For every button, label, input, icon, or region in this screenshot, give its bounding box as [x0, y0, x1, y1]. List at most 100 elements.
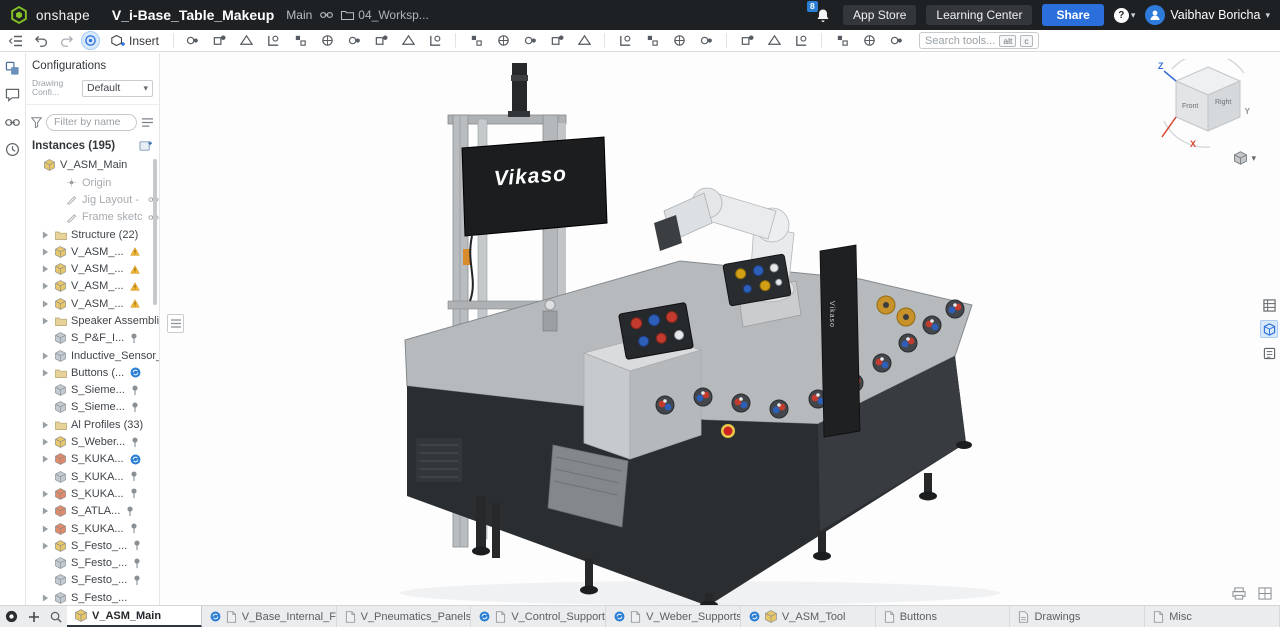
appearance-panel-icon[interactable]: [1260, 320, 1278, 338]
tree-item[interactable]: Buttons (...: [26, 364, 159, 381]
learning-center-button[interactable]: Learning Center: [926, 5, 1032, 25]
tree-item[interactable]: Al Profiles (33): [26, 416, 159, 433]
fasten-mate-icon[interactable]: [182, 31, 202, 50]
tab-v-control-supports[interactable]: V_Control_Supports: [471, 606, 606, 627]
insert-instance-icon[interactable]: [139, 140, 153, 152]
standard-content-icon[interactable]: [696, 31, 716, 50]
tree-item[interactable]: Origin: [26, 174, 159, 191]
group-parts-icon[interactable]: [425, 31, 445, 50]
expand-chevron-icon[interactable]: [42, 542, 50, 550]
configuration-dropdown[interactable]: Default ▾: [82, 80, 153, 97]
measure-tool-icon[interactable]: [859, 31, 879, 50]
configuration-panel-icon[interactable]: [1260, 344, 1278, 362]
filter-input[interactable]: [46, 114, 137, 131]
tab-v-asm-main[interactable]: V_ASM_Main: [67, 606, 202, 627]
assembly-3d-model[interactable]: [160, 53, 1280, 605]
tab-v-weber-supports[interactable]: V_Weber_Supports: [606, 606, 741, 627]
list-options-icon[interactable]: [141, 117, 154, 128]
pin-slot-mate-icon[interactable]: [317, 31, 337, 50]
insert-button[interactable]: Insert: [105, 33, 165, 49]
parallel-mate-icon[interactable]: [371, 31, 391, 50]
tree-item[interactable]: V_ASM_...: [26, 260, 159, 277]
display-mode-dropdown[interactable]: ▾: [1233, 151, 1256, 165]
help-icon[interactable]: ?: [1114, 8, 1129, 23]
view-cube[interactable]: Front Right Z Y X: [1158, 59, 1258, 154]
tree-item[interactable]: S_Festo_...: [26, 572, 159, 589]
explode-view-icon[interactable]: [737, 31, 757, 50]
expand-chevron-icon[interactable]: [42, 507, 50, 515]
tree-item[interactable]: S_KUKA...: [26, 451, 159, 468]
share-button[interactable]: Share: [1042, 4, 1103, 26]
expand-chevron-icon[interactable]: [42, 317, 50, 325]
linear-pattern-icon[interactable]: [615, 31, 635, 50]
tree-item[interactable]: S_KUKA...: [26, 485, 159, 502]
user-menu[interactable]: Vaibhav Boricha ▾: [1145, 5, 1270, 25]
add-tab-button[interactable]: [23, 606, 45, 627]
tab-v-pneumatics-panels[interactable]: V_Pneumatics_Panels: [337, 606, 472, 627]
tree-item[interactable]: S_Festo_...: [26, 555, 159, 572]
tree-item[interactable]: S_KUKA...: [26, 468, 159, 485]
expand-chevron-icon[interactable]: [42, 265, 50, 273]
tangent-mate-icon[interactable]: [398, 31, 418, 50]
search-tools-box[interactable]: Search tools... alt c: [919, 32, 1039, 49]
expand-chevron-icon[interactable]: [42, 421, 50, 429]
avatar[interactable]: [1145, 5, 1165, 25]
grid-settings-icon[interactable]: [1258, 587, 1272, 600]
search-tabs-icon[interactable]: [45, 606, 67, 627]
help-menu-icon[interactable]: [0, 606, 23, 627]
tree-item[interactable]: V_ASM_Main: [26, 157, 159, 174]
viewcube-right-face[interactable]: Right: [1215, 99, 1231, 106]
tree-scrollbar[interactable]: [153, 159, 157, 305]
tab-drawings[interactable]: Drawings: [1010, 606, 1145, 627]
tree-item[interactable]: V_ASM_...: [26, 243, 159, 260]
document-title[interactable]: V_i-Base_Table_Makeup: [112, 7, 274, 23]
tree-item[interactable]: S_Sieme...: [26, 399, 159, 416]
tree-item[interactable]: V_ASM_...: [26, 278, 159, 295]
expand-chevron-icon[interactable]: [42, 231, 50, 239]
bom-table-icon[interactable]: [832, 31, 852, 50]
frame-tool-icon[interactable]: [886, 31, 906, 50]
mate-relation-icon[interactable]: [493, 31, 513, 50]
mate-connector-icon[interactable]: [466, 31, 486, 50]
insert-item-icon[interactable]: [4, 59, 22, 77]
rack-pinion-relation-icon[interactable]: [547, 31, 567, 50]
expand-chevron-icon[interactable]: [42, 594, 50, 602]
tree-item[interactable]: S_Festo_...: [26, 537, 159, 554]
expand-chevron-icon[interactable]: [42, 369, 50, 377]
expand-chevron-icon[interactable]: [42, 352, 50, 360]
undo-icon[interactable]: [31, 31, 51, 50]
3d-viewport[interactable]: Vikaso Vikaso Front Right Z Y X ▾: [160, 53, 1280, 605]
linked-documents-icon[interactable]: [4, 113, 22, 131]
screw-relation-icon[interactable]: [574, 31, 594, 50]
history-icon[interactable]: [4, 140, 22, 158]
bom-panel-icon[interactable]: [1260, 296, 1278, 314]
expand-chevron-icon[interactable]: [42, 300, 50, 308]
collapse-panel-icon[interactable]: [6, 31, 26, 50]
onshape-logo-icon[interactable]: [10, 6, 28, 24]
ball-mate-icon[interactable]: [344, 31, 364, 50]
cylindrical-mate-icon[interactable]: [290, 31, 310, 50]
print-icon[interactable]: [1232, 587, 1246, 600]
expand-chevron-icon[interactable]: [42, 438, 50, 446]
snapshot-icon[interactable]: [764, 31, 784, 50]
app-store-button[interactable]: App Store: [843, 5, 916, 25]
expand-chevron-icon[interactable]: [42, 282, 50, 290]
branch-label[interactable]: Main: [286, 8, 312, 22]
link-icon[interactable]: [320, 11, 333, 19]
tree-item[interactable]: V_ASM_...: [26, 295, 159, 312]
redo-icon[interactable]: [56, 31, 76, 50]
tree-item[interactable]: S_Weber...: [26, 433, 159, 450]
expand-chevron-icon[interactable]: [42, 525, 50, 533]
tree-item[interactable]: Structure (22): [26, 226, 159, 243]
named-positions-icon[interactable]: [791, 31, 811, 50]
tree-item[interactable]: S_Festo_...: [26, 589, 159, 605]
tab-v-asm-tool[interactable]: V_ASM_Tool: [741, 606, 876, 627]
planar-mate-icon[interactable]: [263, 31, 283, 50]
slider-mate-icon[interactable]: [236, 31, 256, 50]
expand-chevron-icon[interactable]: [42, 490, 50, 498]
tree-item[interactable]: S_ATLA...: [26, 503, 159, 520]
tab-v-base-internal-fr[interactable]: V_Base_Internal_Fr...: [202, 606, 337, 627]
tree-item[interactable]: Speaker Assemblie...: [26, 312, 159, 329]
circular-pattern-icon[interactable]: [642, 31, 662, 50]
help-menu[interactable]: ? ▾: [1114, 8, 1136, 23]
